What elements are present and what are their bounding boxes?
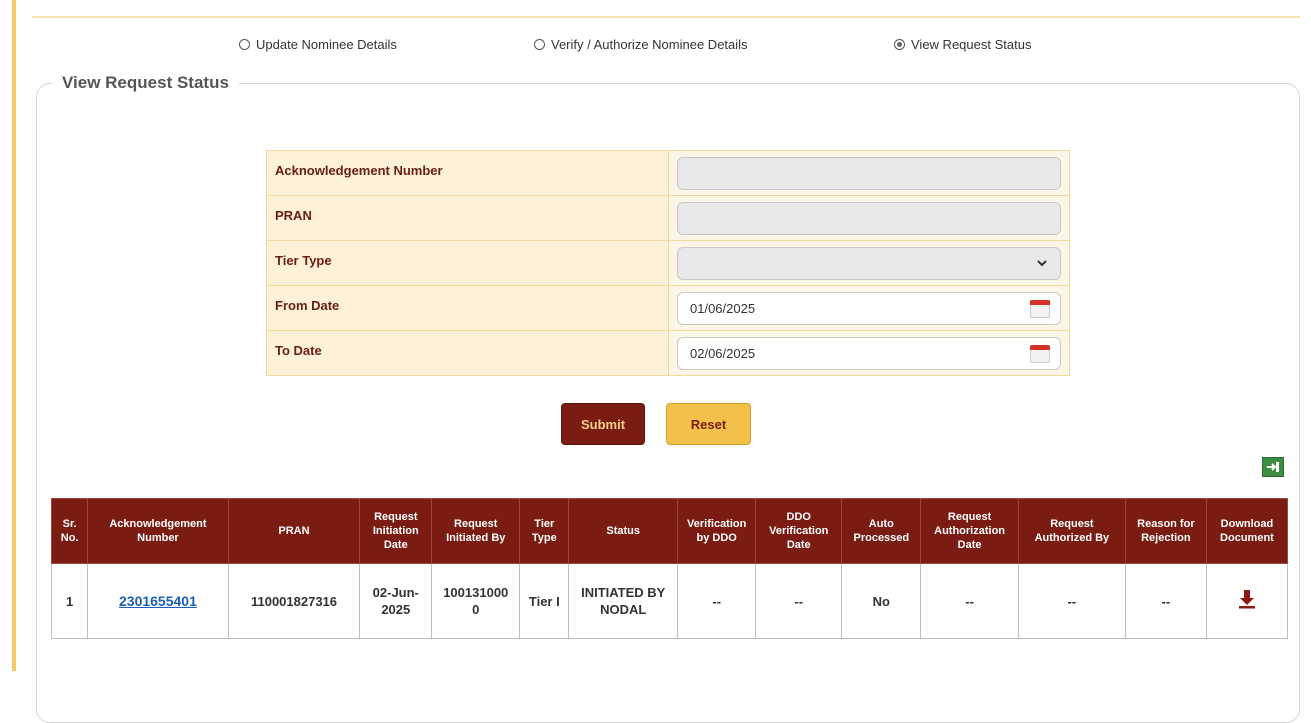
col-tier-type: Tier Type bbox=[519, 498, 570, 564]
radio-checked-icon[interactable] bbox=[894, 39, 905, 50]
cell-ddo-verification-date: -- bbox=[755, 563, 843, 639]
form-row-ack: Acknowledgement Number bbox=[266, 150, 1070, 196]
col-initiated-by: Request Initiated By bbox=[431, 498, 521, 564]
col-auto-processed: Auto Processed bbox=[841, 498, 922, 564]
section-title: View Request Status bbox=[52, 73, 239, 93]
download-icon[interactable] bbox=[1236, 588, 1258, 610]
form-row-tier: Tier Type bbox=[266, 240, 1070, 286]
col-verification-ddo: Verification by DDO bbox=[677, 498, 757, 564]
cell-pran: 110001827316 bbox=[227, 563, 361, 639]
col-download-document: Download Document bbox=[1205, 498, 1289, 564]
calendar-icon[interactable] bbox=[1030, 344, 1050, 363]
from-date-label: From Date bbox=[266, 285, 669, 331]
request-status-table: Sr. No. Acknowledgement Number PRAN Requ… bbox=[50, 498, 1289, 639]
cell-sr: 1 bbox=[50, 563, 89, 639]
col-initiation-date: Request Initiation Date bbox=[359, 498, 433, 564]
to-date-label: To Date bbox=[266, 330, 669, 376]
cell-status: INITIATED BY NODAL bbox=[568, 563, 679, 639]
tier-type-select[interactable] bbox=[677, 246, 1061, 280]
to-date-value: 02/06/2025 bbox=[690, 345, 756, 361]
table-header-row: Sr. No. Acknowledgement Number PRAN Requ… bbox=[50, 498, 1289, 564]
tier-label: Tier Type bbox=[266, 240, 669, 286]
cell-tier: Tier I bbox=[519, 563, 570, 639]
chevron-down-icon bbox=[1036, 257, 1048, 272]
radio-update-label: Update Nominee Details bbox=[256, 37, 397, 52]
radio-verify-label: Verify / Authorize Nominee Details bbox=[551, 37, 748, 52]
submit-button[interactable]: Submit bbox=[561, 403, 645, 445]
col-authorization-date: Request Authorization Date bbox=[920, 498, 1019, 564]
search-form: Acknowledgement Number PRAN Tier Type Fr… bbox=[266, 150, 1070, 376]
from-date-input[interactable]: 01/06/2025 bbox=[677, 291, 1061, 325]
radio-view-label: View Request Status bbox=[911, 37, 1032, 52]
cell-verification-ddo: -- bbox=[677, 563, 757, 639]
reset-button[interactable]: Reset bbox=[666, 403, 751, 445]
radio-verify-nominee[interactable]: Verify / Authorize Nominee Details bbox=[534, 37, 748, 52]
cell-initiated-by: 1001310000 bbox=[431, 563, 521, 639]
ack-number-link[interactable]: 2301655401 bbox=[119, 593, 197, 609]
from-date-value: 01/06/2025 bbox=[690, 300, 756, 316]
form-row-to: To Date 02/06/2025 bbox=[266, 330, 1070, 376]
col-ack-number: Acknowledgement Number bbox=[87, 498, 229, 564]
ack-number-input[interactable] bbox=[677, 156, 1061, 190]
top-divider bbox=[32, 16, 1300, 18]
pran-input[interactable] bbox=[677, 201, 1061, 235]
to-date-input[interactable]: 02/06/2025 bbox=[677, 336, 1061, 370]
radio-update-nominee[interactable]: Update Nominee Details bbox=[239, 37, 397, 52]
form-row-pran: PRAN bbox=[266, 195, 1070, 241]
ack-label: Acknowledgement Number bbox=[266, 150, 669, 196]
action-radio-group: Update Nominee Details Verify / Authoriz… bbox=[0, 35, 1311, 55]
pran-label: PRAN bbox=[266, 195, 669, 241]
excel-export-icon[interactable] bbox=[1262, 457, 1284, 477]
col-status: Status bbox=[568, 498, 679, 564]
cell-rejection-reason: -- bbox=[1124, 563, 1207, 639]
radio-unchecked-icon[interactable] bbox=[239, 39, 250, 50]
form-row-from: From Date 01/06/2025 bbox=[266, 285, 1070, 331]
col-ddo-verification-date: DDO Verification Date bbox=[755, 498, 843, 564]
col-sr-no: Sr. No. bbox=[50, 498, 89, 564]
cell-auto-processed: No bbox=[841, 563, 922, 639]
col-authorized-by: Request Authorized By bbox=[1017, 498, 1126, 564]
radio-unchecked-icon[interactable] bbox=[534, 39, 545, 50]
cell-initiation-date: 02-Jun-2025 bbox=[359, 563, 433, 639]
col-rejection-reason: Reason for Rejection bbox=[1124, 498, 1207, 564]
calendar-icon[interactable] bbox=[1030, 299, 1050, 318]
cell-authorized-by: -- bbox=[1017, 563, 1126, 639]
table-row: 1 2301655401 110001827316 02-Jun-2025 10… bbox=[50, 563, 1289, 639]
cell-authorization-date: -- bbox=[920, 563, 1019, 639]
radio-view-status[interactable]: View Request Status bbox=[894, 37, 1031, 52]
left-border-accent bbox=[12, 0, 16, 671]
col-pran: PRAN bbox=[227, 498, 361, 564]
